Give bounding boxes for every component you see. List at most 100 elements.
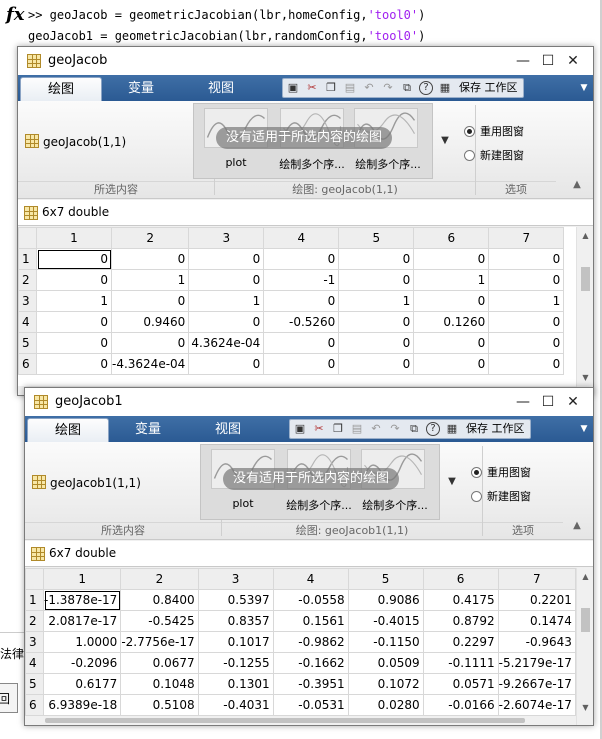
- table-cell[interactable]: 0.5108: [120, 694, 199, 716]
- workspace-icon[interactable]: ▦: [438, 81, 452, 95]
- switch-windows-icon[interactable]: ⧉: [407, 422, 421, 436]
- row-header[interactable]: 4: [18, 311, 37, 333]
- table-cell[interactable]: 0: [188, 353, 265, 375]
- save-icon[interactable]: ▣: [293, 422, 307, 436]
- title-bar[interactable]: geoJacob — ☐ ✕: [18, 47, 593, 75]
- row-header[interactable]: 1: [18, 248, 37, 270]
- table-cell[interactable]: -0.0558: [272, 589, 349, 611]
- background-button-fragment[interactable]: 回: [0, 683, 18, 713]
- data-table[interactable]: 1234567 1 -1.3878e-17 0.8400 0.5397 -0.0558 0…: [25, 568, 576, 716]
- save-icon[interactable]: ▣: [286, 81, 300, 95]
- tab-plots[interactable]: 绘图: [27, 418, 109, 442]
- row-header[interactable]: 2: [25, 610, 44, 632]
- table-cell[interactable]: 1: [188, 290, 265, 312]
- table-cell[interactable]: 0.8400: [120, 589, 199, 611]
- horizontal-scrollbar[interactable]: [25, 716, 576, 725]
- scroll-down-icon[interactable]: ▼: [577, 369, 593, 386]
- redo-icon[interactable]: ↷: [381, 81, 395, 95]
- table-row[interactable]: 4 0 0.9460 0 -0.5260 0 0.1260 0: [18, 311, 565, 333]
- table-cell[interactable]: -0.1662: [272, 652, 349, 674]
- corner-cell[interactable]: [18, 227, 37, 249]
- table-cell[interactable]: 0.1301: [197, 673, 274, 695]
- tab-variable[interactable]: 变量: [107, 418, 189, 442]
- row-header[interactable]: 5: [18, 332, 37, 354]
- corner-cell[interactable]: [25, 568, 44, 590]
- variable-document-tab[interactable]: 6x7 double: [18, 200, 593, 226]
- table-cell[interactable]: 0.8792: [422, 610, 499, 632]
- column-header[interactable]: 4: [263, 227, 340, 249]
- row-header[interactable]: 6: [18, 353, 37, 375]
- table-cell[interactable]: 0.1017: [197, 631, 274, 653]
- table-cell[interactable]: 0: [338, 332, 415, 354]
- radio-selected[interactable]: [464, 125, 475, 137]
- radio-unselected[interactable]: [471, 490, 482, 502]
- row-header[interactable]: 2: [18, 269, 37, 291]
- paste-icon[interactable]: ▤: [350, 422, 364, 436]
- table-cell[interactable]: 1: [488, 290, 565, 312]
- save-workspace-button[interactable]: 保存 工作区: [464, 421, 527, 437]
- table-cell[interactable]: 0.1561: [272, 610, 349, 632]
- table-cell[interactable]: 0: [36, 311, 112, 333]
- column-header[interactable]: 7: [497, 568, 576, 590]
- table-cell[interactable]: 0: [188, 311, 265, 333]
- variable-editor-window-geojacob1[interactable]: geoJacob1 — ☐ ✕ 绘图 变量 视图 ▣ ✂ ❐ ▤ ↶ ↷ ⧉ ?…: [24, 387, 594, 726]
- table-row[interactable]: 6 0 -4.3624e-04 0 0 0 0 0: [18, 353, 565, 375]
- tab-plots[interactable]: 绘图: [20, 77, 102, 101]
- table-cell[interactable]: -9.2667e-17: [497, 673, 576, 695]
- table-cell[interactable]: 0.2297: [422, 631, 499, 653]
- collapse-ribbon-icon[interactable]: ▲: [571, 179, 583, 191]
- table-cell[interactable]: 0.9086: [347, 589, 424, 611]
- table-cell[interactable]: -0.1111: [422, 652, 499, 674]
- table-cell[interactable]: 0.8357: [197, 610, 274, 632]
- table-cell[interactable]: 0: [488, 269, 565, 291]
- column-header[interactable]: 6: [413, 227, 490, 249]
- copy-icon[interactable]: ❐: [331, 422, 345, 436]
- table-cell[interactable]: 1: [110, 269, 190, 291]
- table-cell[interactable]: 0: [338, 248, 415, 270]
- table-cell[interactable]: 0.1260: [413, 311, 490, 333]
- table-cell[interactable]: -0.2096: [42, 652, 122, 674]
- table-cell[interactable]: 0.0677: [120, 652, 199, 674]
- table-row[interactable]: 5 0.6177 0.1048 0.1301 -0.3951 0.1072 0.0571 -9…: [25, 673, 576, 695]
- reuse-figure-option[interactable]: 重用图窗: [464, 123, 524, 139]
- table-cell[interactable]: -0.0166: [422, 694, 499, 716]
- plot-gallery[interactable]: plot 绘制多个序... 绘制多个序... 没有适用于所选内容的绘图: [193, 103, 433, 179]
- minimize-icon[interactable]: —: [513, 392, 533, 412]
- column-header[interactable]: 3: [197, 568, 274, 590]
- column-header[interactable]: 3: [188, 227, 265, 249]
- table-cell[interactable]: 0.9460: [110, 311, 190, 333]
- radio-selected[interactable]: [471, 466, 482, 478]
- table-cell[interactable]: 0: [338, 353, 415, 375]
- scroll-thumb[interactable]: [581, 608, 590, 632]
- table-cell[interactable]: 0: [110, 332, 190, 354]
- table-cell[interactable]: -2.6074e-17: [497, 694, 576, 716]
- table-cell[interactable]: 0: [488, 248, 565, 270]
- table-cell[interactable]: 4.3624e-04: [188, 332, 265, 354]
- maximize-icon[interactable]: ☐: [538, 392, 558, 412]
- fx-icon[interactable]: fx: [6, 4, 24, 25]
- new-figure-option[interactable]: 新建图窗: [471, 488, 531, 504]
- table-cell[interactable]: -0.1150: [347, 631, 424, 653]
- column-header[interactable]: 6: [422, 568, 499, 590]
- switch-windows-icon[interactable]: ⧉: [400, 81, 414, 95]
- close-icon[interactable]: ✕: [563, 392, 583, 412]
- gallery-dropdown-icon[interactable]: ▼: [436, 103, 454, 179]
- table-row[interactable]: 1 -1.3878e-17 0.8400 0.5397 -0.0558 0.9086 0.4…: [25, 589, 576, 611]
- radio-unselected[interactable]: [464, 149, 475, 161]
- table-row[interactable]: 3 1.0000 -2.7756e-17 0.1017 -0.9862 -0.1150 0.…: [25, 631, 576, 653]
- table-cell[interactable]: -5.2179e-17: [497, 652, 576, 674]
- table-cell[interactable]: 0.1072: [347, 673, 424, 695]
- table-cell[interactable]: 0: [36, 269, 112, 291]
- table-row[interactable]: 5 0 0 4.3624e-04 0 0 0 0: [18, 332, 565, 354]
- table-cell[interactable]: -0.3951: [272, 673, 349, 695]
- table-cell[interactable]: -0.5260: [263, 311, 340, 333]
- table-cell[interactable]: 2.0817e-17: [42, 610, 122, 632]
- collapse-ribbon-icon[interactable]: ▲: [571, 520, 583, 532]
- minimize-icon[interactable]: —: [513, 51, 533, 71]
- help-icon[interactable]: ?: [419, 81, 433, 95]
- table-cell[interactable]: 0: [263, 248, 340, 270]
- table-cell[interactable]: 6.9389e-18: [42, 694, 122, 716]
- table-cell[interactable]: 0: [488, 353, 565, 375]
- new-figure-option[interactable]: 新建图窗: [464, 147, 524, 163]
- vertical-scrollbar[interactable]: ▲ ▼: [576, 568, 593, 725]
